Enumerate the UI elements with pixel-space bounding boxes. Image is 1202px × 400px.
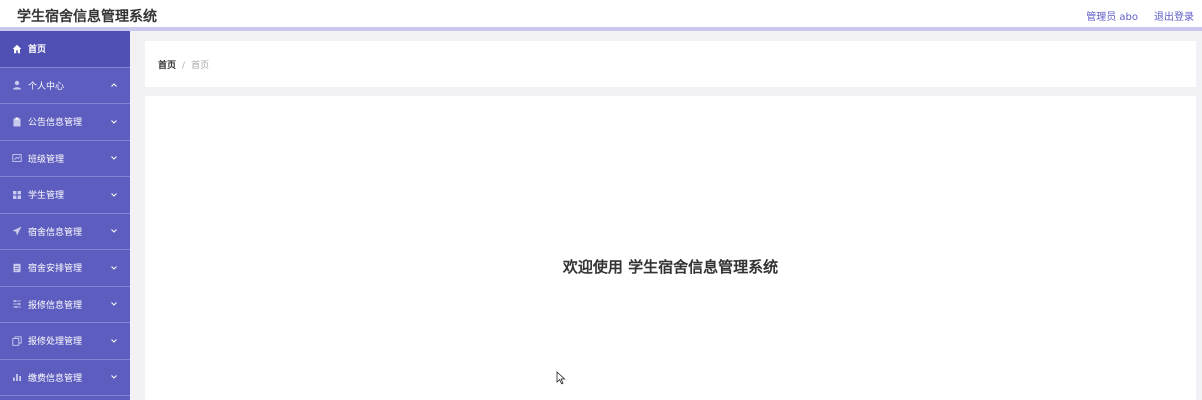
sidebar-item-label: 报修处理管理 xyxy=(28,337,83,348)
sliders-icon xyxy=(11,298,23,310)
chevron-down-icon xyxy=(111,229,117,233)
chevron-down-icon xyxy=(111,156,117,160)
breadcrumb-separator: / xyxy=(182,61,186,71)
document-icon xyxy=(11,262,23,274)
chart-icon xyxy=(11,152,23,164)
send-icon xyxy=(11,225,23,237)
bar-chart-icon xyxy=(11,371,23,383)
sidebar-item-notice-management[interactable]: 公告信息管理 xyxy=(0,104,130,141)
sidebar-item-label: 宿舍安排管理 xyxy=(28,264,83,275)
app-title: 学生宿舍信息管理系统 xyxy=(17,9,157,25)
sidebar-item-dorm-arrangement-management[interactable]: 宿舍安排管理 xyxy=(0,250,130,287)
main-area: 首页 / 首页 欢迎使用 学生宿舍信息管理系统 xyxy=(130,31,1202,400)
chevron-down-icon xyxy=(111,302,117,306)
sidebar-item-label: 宿舍信息管理 xyxy=(28,227,83,238)
sidebar-item-personal-center[interactable]: 个人中心 xyxy=(0,68,130,104)
sidebar-item-dorm-info-management[interactable]: 宿舍信息管理 xyxy=(0,214,130,250)
sidebar-item-label: 班级管理 xyxy=(28,154,65,165)
sidebar-item-label: 缴费信息管理 xyxy=(28,373,83,384)
sidebar-item-repair-handling-management[interactable]: 报修处理管理 xyxy=(0,323,130,360)
chevron-up-icon xyxy=(111,83,117,88)
admin-user-label[interactable]: 管理员 abo xyxy=(1086,8,1138,23)
welcome-message: 欢迎使用 学生宿舍信息管理系统 xyxy=(562,258,779,276)
sidebar-item-label: 首页 xyxy=(28,45,47,56)
chevron-down-icon xyxy=(111,338,117,343)
chevron-down-icon xyxy=(111,265,117,270)
top-bar: 学生宿舍信息管理系统 管理员 abo 退出登录 xyxy=(0,0,1202,31)
sidebar-item-label: 报修信息管理 xyxy=(28,300,83,311)
sidebar: 首页 个人中心 公告信息管理 班级管理 学生管理 宿舍信息管理 宿舍安排管理 报… xyxy=(0,31,130,400)
sidebar-item-class-management[interactable]: 班级管理 xyxy=(0,141,130,177)
home-icon xyxy=(11,43,23,55)
chevron-down-icon xyxy=(111,375,117,379)
grid-icon xyxy=(11,189,23,201)
breadcrumb: 首页 / 首页 xyxy=(145,41,1196,87)
clipboard-icon xyxy=(11,116,23,128)
user-area: 管理员 abo 退出登录 xyxy=(1086,8,1194,23)
user-icon xyxy=(11,79,23,91)
sidebar-item-label: 公告信息管理 xyxy=(28,118,83,129)
mouse-cursor-icon xyxy=(556,371,566,385)
chevron-down-icon xyxy=(111,192,117,197)
sidebar-item-payment-info-management[interactable]: 缴费信息管理 xyxy=(0,360,130,396)
sidebar-item-home[interactable]: 首页 xyxy=(0,31,130,68)
sidebar-item-repair-info-management[interactable]: 报修信息管理 xyxy=(0,287,130,323)
sidebar-item-label: 个人中心 xyxy=(28,81,65,92)
sidebar-item-label: 学生管理 xyxy=(28,191,65,202)
sidebar-item-student-management[interactable]: 学生管理 xyxy=(0,177,130,214)
content-panel: 欢迎使用 学生宿舍信息管理系统 xyxy=(145,96,1196,400)
copy-icon xyxy=(11,335,23,347)
logout-link[interactable]: 退出登录 xyxy=(1154,8,1194,23)
chevron-down-icon xyxy=(111,119,117,124)
breadcrumb-home-link[interactable]: 首页 xyxy=(158,61,176,71)
breadcrumb-current: 首页 xyxy=(191,61,210,71)
